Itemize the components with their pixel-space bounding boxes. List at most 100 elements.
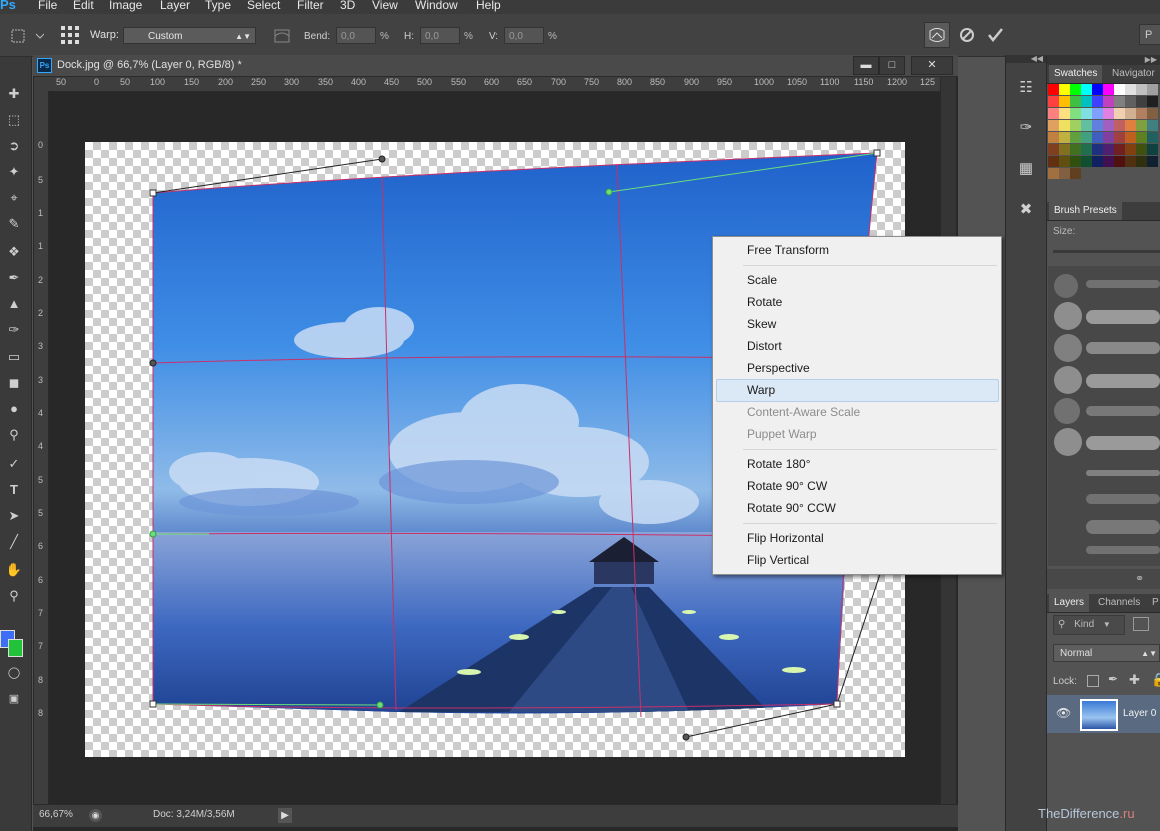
swatch[interactable] [1048, 84, 1059, 95]
commit-icon[interactable] [986, 26, 1004, 44]
swatch[interactable] [1048, 96, 1059, 107]
history-brush-icon[interactable]: ✑ [3, 320, 25, 340]
crop-icon[interactable]: ⌖ [3, 188, 25, 208]
swatch[interactable] [1092, 120, 1103, 131]
quick-mask-icon[interactable]: ◯ [3, 663, 25, 683]
swatch[interactable] [1147, 96, 1158, 107]
tab-swatches[interactable]: Swatches [1049, 65, 1103, 83]
swatch[interactable] [1114, 108, 1125, 119]
brush-preset[interactable] [1054, 334, 1082, 362]
swatch[interactable] [1147, 84, 1158, 95]
eyedropper-icon[interactable]: ✎ [3, 214, 25, 234]
lock-move-icon[interactable]: ✚ [1129, 672, 1140, 688]
swatch[interactable] [1103, 156, 1114, 167]
swatch[interactable] [1114, 132, 1125, 143]
swatch[interactable] [1048, 132, 1059, 143]
swatch[interactable] [1092, 144, 1103, 155]
swatch[interactable] [1081, 96, 1092, 107]
swatch[interactable] [1136, 108, 1147, 119]
move-icon[interactable]: ✚ [3, 84, 25, 104]
marquee-icon[interactable]: ⬚ [3, 110, 25, 130]
clone-source-icon[interactable]: ▦ [1015, 158, 1037, 180]
h-input[interactable]: 0,0 [420, 27, 460, 44]
tab-paths[interactable]: P [1147, 594, 1160, 612]
swatch[interactable] [1136, 120, 1147, 131]
menu-select[interactable]: Select [247, 0, 280, 12]
screen-mode-icon[interactable]: ▣ [3, 689, 25, 709]
swatch[interactable] [1081, 156, 1092, 167]
panel-collapse-icon[interactable]: ▶▶ [1047, 55, 1160, 65]
layer-filter-select[interactable]: ⚲ Kind ▼ [1053, 615, 1125, 635]
swatch[interactable] [1070, 168, 1081, 179]
swatch[interactable] [1092, 84, 1103, 95]
menu-item-rotate-90-ccw[interactable]: Rotate 90° CCW [747, 497, 836, 519]
swatch[interactable] [1059, 132, 1070, 143]
swatch[interactable] [1125, 108, 1136, 119]
swatch[interactable] [1070, 120, 1081, 131]
swatch[interactable] [1081, 144, 1092, 155]
lock-all-icon[interactable]: 🔒 [1151, 672, 1160, 688]
swatch[interactable] [1070, 108, 1081, 119]
swatch[interactable] [1081, 132, 1092, 143]
menu-item-free-transform[interactable]: Free Transform [747, 239, 829, 261]
ruler-origin[interactable] [34, 77, 54, 91]
swatch[interactable] [1092, 132, 1103, 143]
swatch[interactable] [1059, 144, 1070, 155]
menu-file[interactable]: File [38, 0, 57, 12]
layer-name[interactable]: Layer 0 [1123, 708, 1156, 719]
background-color[interactable] [8, 639, 23, 657]
swatch[interactable] [1125, 120, 1136, 131]
menu-layer[interactable]: Layer [160, 0, 190, 12]
swatch[interactable] [1048, 156, 1059, 167]
swatch[interactable] [1103, 108, 1114, 119]
menu-item-flip-horizontal[interactable]: Flip Horizontal [747, 527, 824, 549]
lasso-icon[interactable]: ➲ [3, 136, 25, 156]
menu-3d[interactable]: 3D [340, 0, 355, 12]
swatch[interactable] [1092, 96, 1103, 107]
layer-row[interactable]: 👁 Layer 0 [1047, 695, 1160, 733]
history-panel-icon[interactable]: ☷ [1015, 77, 1037, 99]
swatch[interactable] [1125, 132, 1136, 143]
brush-icon[interactable]: ✒ [3, 268, 25, 288]
transform-preset-icon[interactable] [10, 28, 44, 44]
swatch[interactable] [1070, 96, 1081, 107]
v-input[interactable]: 0,0 [504, 27, 544, 44]
swatch[interactable] [1048, 108, 1059, 119]
line-icon[interactable]: ╱ [3, 532, 25, 552]
eraser-icon[interactable]: ▭ [3, 347, 25, 367]
info-icon[interactable]: ◉ [89, 809, 102, 822]
path-select-icon[interactable]: ➤ [3, 506, 25, 526]
stamp-icon[interactable]: ▲ [3, 294, 25, 314]
swatch[interactable] [1092, 108, 1103, 119]
swatch[interactable] [1136, 156, 1147, 167]
swatch[interactable] [1048, 120, 1059, 131]
lock-paint-icon[interactable]: ✒ [1108, 672, 1118, 686]
healing-icon[interactable]: ❖ [3, 242, 25, 262]
visibility-eye-icon[interactable]: 👁 [1056, 706, 1071, 720]
swatch[interactable] [1136, 144, 1147, 155]
menu-help[interactable]: Help [476, 0, 501, 12]
collapse-arrows-icon[interactable]: ◀◀ [1006, 55, 1046, 63]
swatch[interactable] [1070, 84, 1081, 95]
swatch[interactable] [1114, 96, 1125, 107]
swatch[interactable] [1147, 132, 1158, 143]
swatch[interactable] [1125, 156, 1136, 167]
swatch[interactable] [1059, 168, 1070, 179]
swatch[interactable] [1081, 84, 1092, 95]
pen-icon[interactable]: ✓ [3, 454, 25, 474]
vertical-ruler[interactable]: 0 5 1 1 2 2 3 3 4 4 5 5 6 6 7 7 8 8 [34, 91, 49, 804]
swatch[interactable] [1114, 156, 1125, 167]
tool-presets-icon[interactable]: ✖ [1015, 199, 1037, 221]
zoom-level[interactable]: 66,67% [39, 809, 73, 820]
brush-preset[interactable] [1054, 366, 1082, 394]
document-tab[interactable]: Ps Dock.jpg @ 66,7% (Layer 0, RGB/8) * ▬… [33, 55, 958, 77]
bend-input[interactable]: 0,0 [336, 27, 376, 44]
hand-icon[interactable]: ✋ [3, 560, 25, 580]
bucket-icon[interactable]: ◼ [3, 373, 25, 393]
tab-navigator[interactable]: Navigator [1107, 65, 1160, 83]
dodge-icon[interactable]: ⚲ [3, 425, 25, 445]
menu-item-perspective[interactable]: Perspective [747, 357, 810, 379]
warp-mode-toggle[interactable] [924, 22, 950, 48]
swatch[interactable] [1070, 144, 1081, 155]
swatch[interactable] [1059, 120, 1070, 131]
